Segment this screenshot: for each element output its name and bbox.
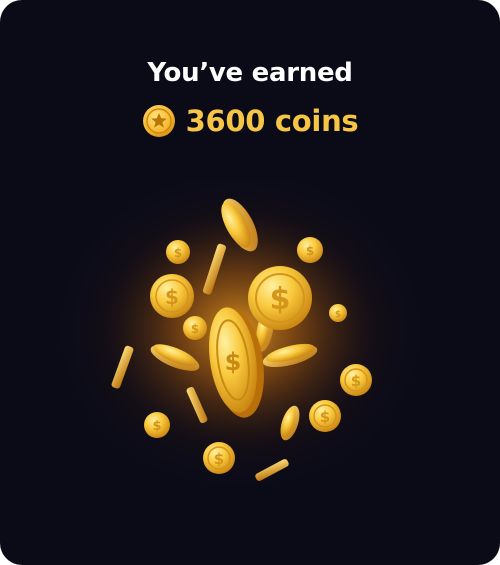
reward-amount: 3600 coins [0, 100, 500, 142]
coin-face: $ [248, 266, 312, 330]
reward-headline: You’ve earned [147, 58, 353, 88]
svg-text:$: $ [351, 372, 361, 390]
coin-face: $ [309, 400, 341, 432]
svg-text:$: $ [320, 408, 330, 426]
coin-face: $ [329, 304, 347, 322]
coin-face: $ [183, 316, 207, 340]
svg-text:$: $ [225, 348, 242, 376]
coin-face: $ [166, 240, 190, 264]
coin-face: $ [150, 274, 194, 318]
coin-face: $ [144, 412, 170, 438]
svg-text:$: $ [214, 450, 224, 468]
svg-text:$: $ [335, 310, 341, 320]
svg-text:$: $ [270, 282, 291, 317]
coin-face: $ [297, 237, 323, 263]
coin-burst-illustration: $ $ $ $ $ $ $ $ $ $ $ [50, 180, 430, 495]
coin-star-icon [142, 105, 175, 137]
coins-amount: 3600 coins [185, 104, 359, 138]
svg-text:$: $ [165, 285, 179, 309]
svg-text:$: $ [191, 322, 199, 336]
svg-text:$: $ [152, 419, 161, 434]
svg-text:$: $ [306, 244, 314, 258]
coin-face: $ [203, 442, 235, 474]
reward-card: You’ve earned 3600 coins $ $ $ $ $ $ $ $… [0, 0, 500, 565]
coin-face: $ [340, 364, 372, 396]
svg-text:$: $ [174, 246, 182, 260]
